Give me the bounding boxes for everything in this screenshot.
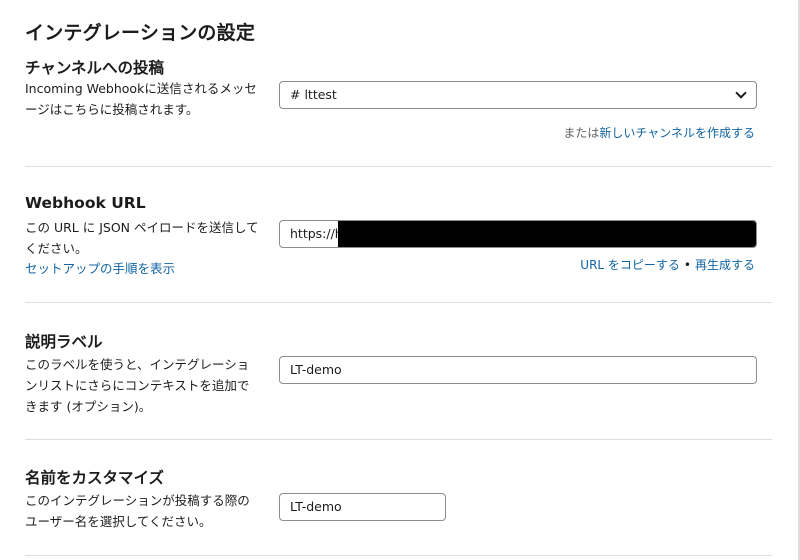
name-input-value: LT-demo: [290, 499, 342, 514]
label-section-title: 説明ラベル: [25, 333, 103, 351]
channel-section-title: チャンネルへの投稿: [25, 59, 165, 77]
divider: [25, 555, 772, 556]
separator: •: [683, 258, 691, 272]
webhook-description: この URL に JSON ペイロードを送信してください。: [25, 220, 259, 256]
create-channel-prefix: または: [563, 126, 600, 140]
setup-instructions-link[interactable]: セットアップの手順を表示: [25, 258, 260, 279]
create-channel-row: または新しいチャンネルを作成する: [563, 124, 755, 141]
channel-description: Incoming Webhookに送信されるメッセージはこちらに投稿されます。: [25, 81, 257, 117]
name-input[interactable]: LT-demo: [279, 493, 446, 521]
divider: [25, 166, 772, 167]
name-section-title: 名前をカスタマイズ: [25, 469, 165, 487]
chevron-down-icon: [735, 87, 747, 99]
divider: [25, 439, 772, 440]
channel-select[interactable]: # lttest: [279, 81, 757, 109]
copy-url-link[interactable]: URL をコピーする: [580, 258, 680, 272]
redacted-url: [338, 221, 756, 247]
settings-panel: インテグレーションの設定 チャンネルへの投稿 Incoming Webhookに…: [0, 0, 800, 560]
webhook-url-field[interactable]: https://h: [279, 220, 757, 248]
divider: [25, 302, 772, 303]
name-description: このインテグレーションが投稿する際のユーザー名を選択してください。: [25, 493, 250, 529]
webhook-actions: URL をコピーする • 再生成する: [580, 256, 755, 273]
page-title: インテグレーションの設定: [25, 22, 256, 44]
create-channel-link[interactable]: 新しいチャンネルを作成する: [599, 126, 755, 140]
channel-select-value: # lttest: [290, 87, 337, 102]
label-input[interactable]: LT-demo: [279, 356, 757, 384]
label-description: このラベルを使うと、インテグレーションリストにさらにコンテキストを追加できます …: [25, 357, 250, 414]
webhook-url-value: https://h: [290, 226, 343, 241]
label-input-value: LT-demo: [290, 362, 342, 377]
webhook-section-title: Webhook URL: [25, 194, 146, 212]
regenerate-link[interactable]: 再生成する: [695, 258, 755, 272]
